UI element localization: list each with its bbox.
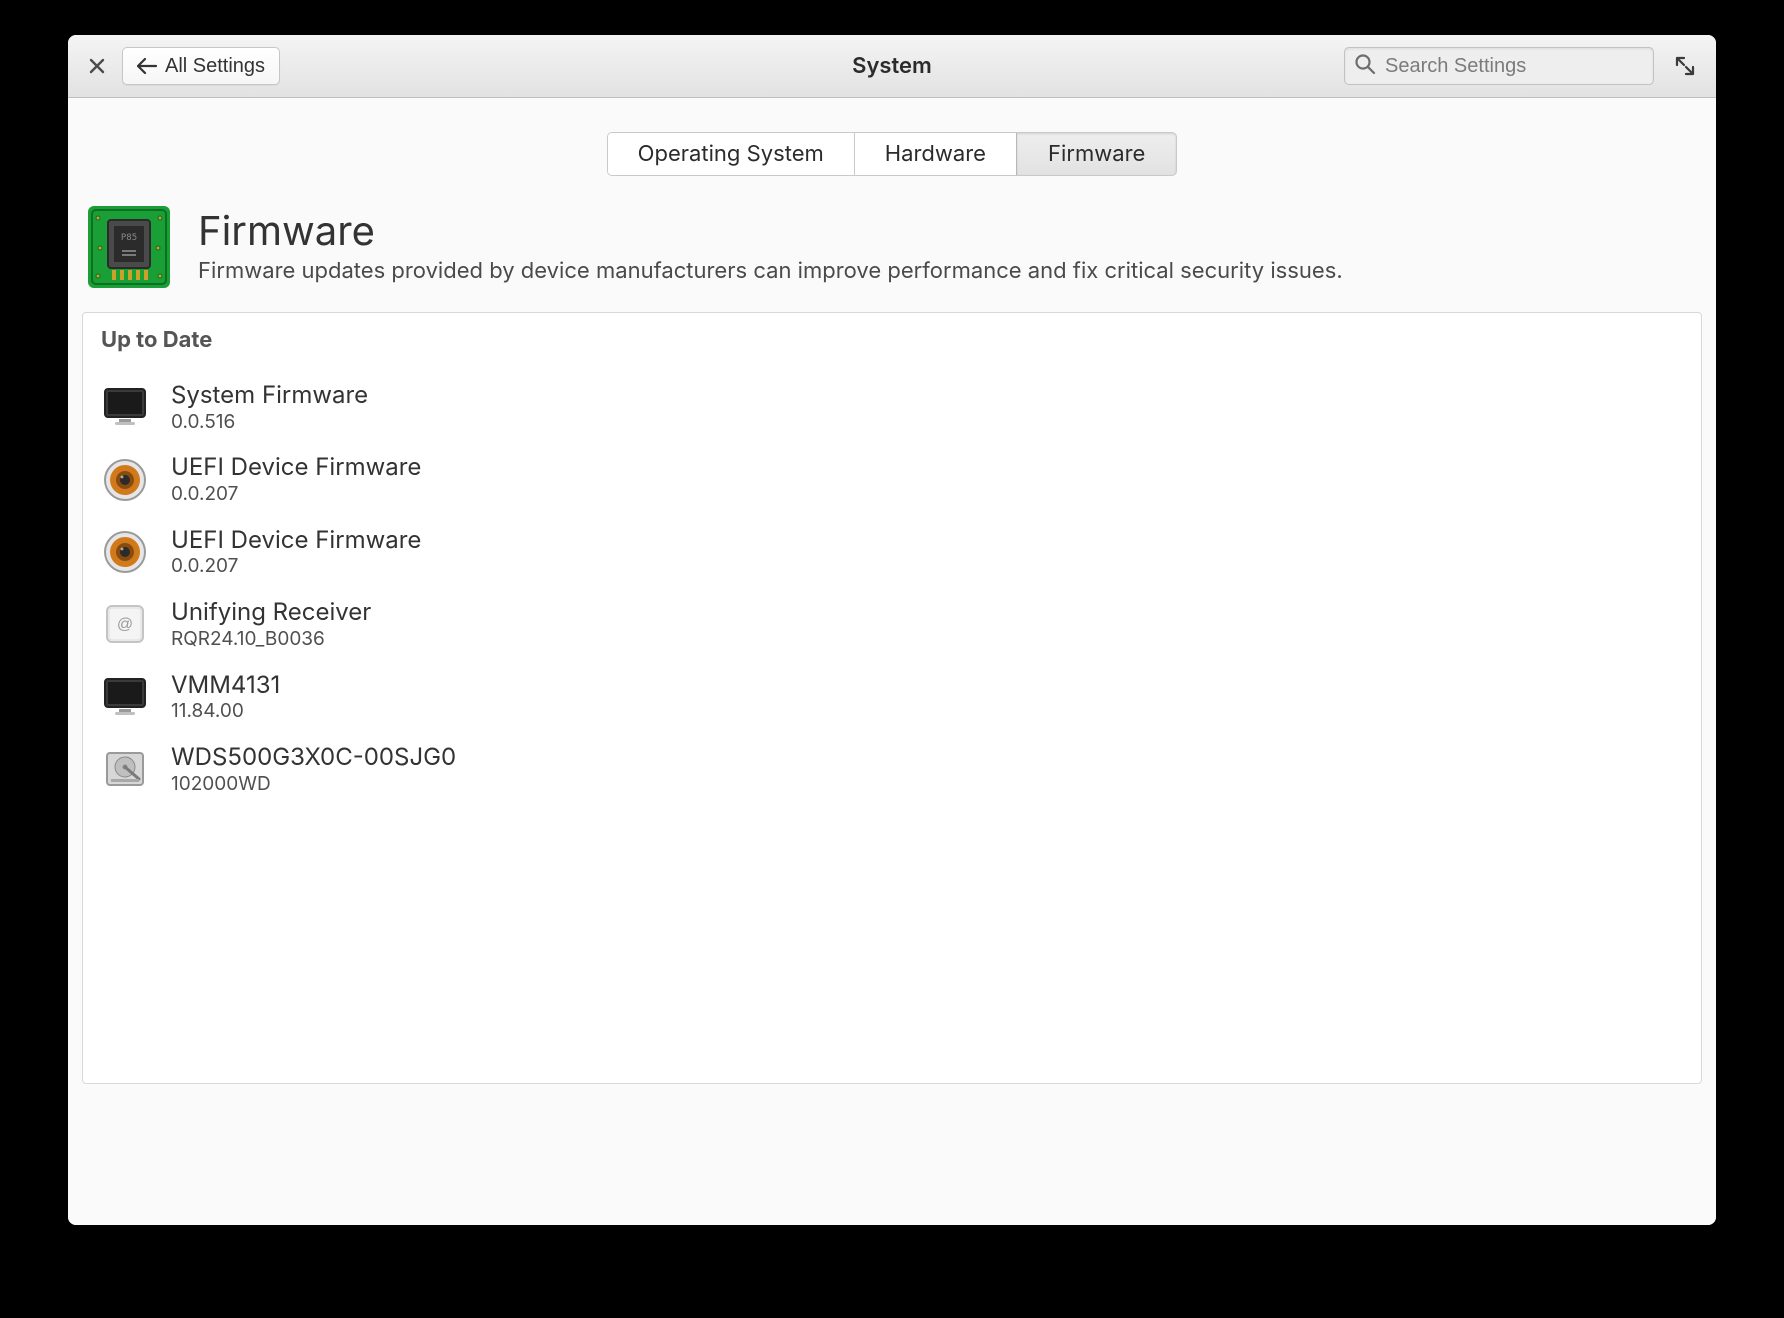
tab-firmware[interactable]: Firmware	[1016, 132, 1177, 176]
list-item[interactable]: System Firmware 0.0.516	[101, 371, 1683, 443]
tabs: Operating System Hardware Firmware	[82, 98, 1702, 204]
list-item[interactable]: WDS500G3X0C-00SJG0 102000WD	[101, 733, 1683, 805]
settings-window: All Settings System Operating System Har…	[68, 35, 1716, 1225]
device-version: RQR24.10_B0036	[171, 628, 371, 651]
titlebar: All Settings System	[68, 35, 1716, 98]
firmware-list-heading: Up to Date	[101, 327, 1683, 353]
monitor-icon	[101, 383, 149, 431]
device-name: VMM4131	[171, 671, 280, 699]
device-version: 11.84.00	[171, 700, 280, 723]
tab-label: Hardware	[885, 141, 986, 167]
tab-hardware[interactable]: Hardware	[855, 133, 1017, 175]
tab-label: Operating System	[638, 141, 824, 167]
section-header: P85	[82, 204, 1702, 312]
device-version: 102000WD	[171, 773, 456, 796]
receiver-icon: @	[101, 600, 149, 648]
device-name: Unifying Receiver	[171, 598, 371, 626]
list-item[interactable]: UEFI Device Firmware 0.0.207	[101, 516, 1683, 588]
content-area: Operating System Hardware Firmware P85	[68, 98, 1716, 1225]
cpu-chip-icon: P85	[86, 204, 172, 290]
device-version: 0.0.207	[171, 483, 421, 506]
device-name: System Firmware	[171, 381, 368, 409]
all-settings-label: All Settings	[165, 55, 265, 78]
hdd-icon	[101, 745, 149, 793]
device-version: 0.0.516	[171, 411, 368, 434]
all-settings-button[interactable]: All Settings	[122, 47, 280, 85]
search-input[interactable]	[1344, 47, 1654, 85]
device-name: UEFI Device Firmware	[171, 453, 421, 481]
list-item[interactable]: UEFI Device Firmware 0.0.207	[101, 443, 1683, 515]
page-subtitle: Firmware updates provided by device manu…	[198, 258, 1698, 284]
list-item[interactable]: @ Unifying Receiver RQR24.10_B0036	[101, 588, 1683, 660]
speaker-icon	[101, 528, 149, 576]
search-icon	[1354, 53, 1376, 79]
monitor-icon	[101, 673, 149, 721]
page-title: Firmware	[198, 210, 1698, 252]
device-version: 0.0.207	[171, 555, 421, 578]
speaker-icon	[101, 456, 149, 504]
svg-text:P85: P85	[121, 233, 137, 243]
device-name: WDS500G3X0C-00SJG0	[171, 743, 456, 771]
close-icon	[89, 58, 105, 74]
tab-label: Firmware	[1048, 141, 1145, 167]
search-field[interactable]	[1344, 47, 1654, 85]
tab-operating-system[interactable]: Operating System	[608, 133, 855, 175]
maximize-button[interactable]	[1668, 47, 1702, 85]
back-arrow-icon	[137, 58, 157, 74]
list-item[interactable]: VMM4131 11.84.00	[101, 661, 1683, 733]
device-name: UEFI Device Firmware	[171, 526, 421, 554]
svg-text:@: @	[117, 616, 133, 633]
close-button[interactable]	[82, 47, 112, 85]
firmware-list-card: Up to Date System Firmware 0.0.516	[82, 312, 1702, 1084]
maximize-icon	[1675, 56, 1695, 76]
